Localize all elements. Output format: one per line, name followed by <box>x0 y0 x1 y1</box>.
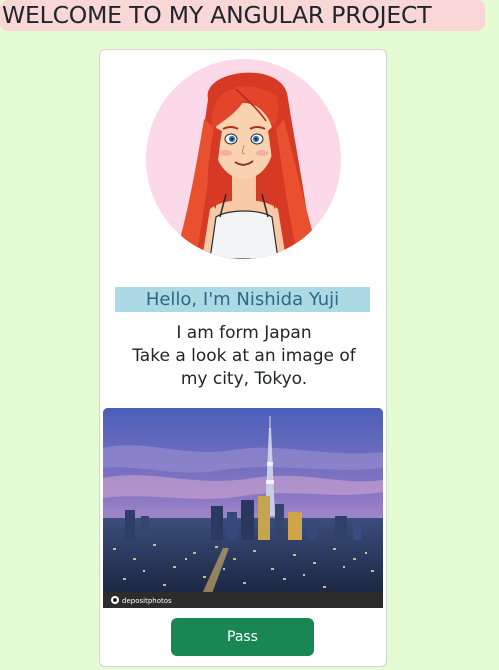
intro-text: I am form Japan Take a look at an image … <box>108 322 380 391</box>
profile-card: Hello, I'm Nishida Yuji I am form Japan … <box>99 49 387 667</box>
greeting-banner: Hello, I'm Nishida Yuji <box>115 287 370 312</box>
greeting-text: Hello, I'm Nishida Yuji <box>145 289 340 310</box>
cartoon-girl-avatar-icon <box>180 72 314 259</box>
page-title: WELCOME TO MY ANGULAR PROJECT <box>0 0 485 31</box>
avatar <box>146 59 341 259</box>
page: WELCOME TO MY ANGULAR PROJECT Hello, I'm… <box>0 0 499 670</box>
tokyo-city-image: depositphotos <box>103 408 383 608</box>
watermark-brand: depositphotos <box>122 597 172 605</box>
intro-line-3: my city, Tokyo. <box>180 369 308 389</box>
tokyo-skyline-illustration: depositphotos <box>103 408 383 608</box>
intro-line-2: Take a look at an image of <box>132 346 356 366</box>
pass-button[interactable]: Pass <box>171 618 314 656</box>
intro-line-1: I am form Japan <box>176 323 312 343</box>
